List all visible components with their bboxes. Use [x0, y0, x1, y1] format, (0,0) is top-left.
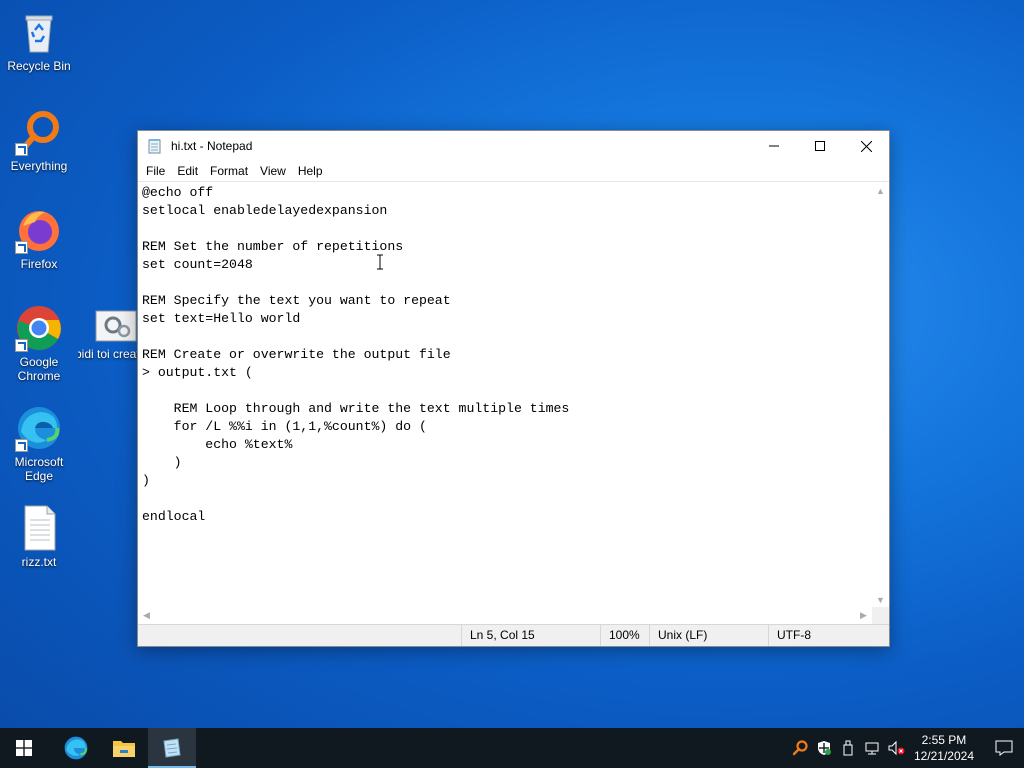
- horizontal-scrollbar[interactable]: ◀ ▶: [138, 607, 872, 624]
- taskbar-notepad[interactable]: [148, 728, 196, 768]
- close-button[interactable]: [843, 131, 889, 161]
- desktop-icon-label: Firefox: [20, 257, 58, 271]
- shortcut-arrow-icon: [15, 241, 28, 254]
- title-bar[interactable]: hi.txt - Notepad: [138, 131, 889, 161]
- shortcut-arrow-icon: [15, 439, 28, 452]
- vertical-scrollbar[interactable]: ▲ ▼: [872, 182, 889, 608]
- windows-logo-icon: [16, 740, 32, 756]
- folder-icon: [113, 741, 135, 757]
- text-editor[interactable]: @echo off setlocal enabledelayedexpansio…: [142, 184, 870, 604]
- editor-area: @echo off setlocal enabledelayedexpansio…: [138, 181, 889, 624]
- menu-file[interactable]: File: [140, 164, 171, 178]
- start-button[interactable]: [0, 728, 48, 768]
- shortcut-arrow-icon: [15, 339, 28, 352]
- text-cursor-icon: [377, 254, 383, 270]
- close-icon: [860, 140, 872, 152]
- menu-edit[interactable]: Edit: [171, 164, 204, 178]
- firefox-icon: [15, 206, 63, 254]
- status-encoding: UTF-8: [768, 625, 888, 646]
- batch-file-icon: [95, 308, 137, 344]
- menu-format[interactable]: Format: [204, 164, 254, 178]
- menu-help[interactable]: Help: [292, 164, 329, 178]
- desktop-icon-label: Everything: [10, 159, 68, 173]
- edge-icon: [15, 404, 63, 452]
- clock-time: 2:55 PM: [921, 733, 967, 747]
- taskbar: 2:55 PM 12/21/2024: [0, 728, 1024, 768]
- desktop-icon-label: skibidi toi creator.b...: [78, 347, 138, 361]
- desktop-icon-skibidi-batch[interactable]: skibidi toi creator.b...: [78, 308, 138, 361]
- minimize-icon: [769, 145, 779, 147]
- window-title: hi.txt - Notepad: [171, 139, 253, 153]
- desktop-icon-microsoft-edge[interactable]: Microsoft Edge: [1, 404, 77, 483]
- desktop-icon-firefox[interactable]: Firefox: [1, 206, 77, 271]
- clock-date: 12/21/2024: [913, 749, 974, 763]
- recycle-bin-icon: [15, 8, 63, 56]
- text-file-icon: [15, 504, 63, 552]
- shortcut-arrow-icon: [15, 143, 28, 156]
- scrollbar-corner: [872, 607, 889, 624]
- scroll-up-icon[interactable]: ▲: [872, 182, 889, 199]
- chrome-icon: [15, 304, 63, 352]
- speaker-muted-icon: [888, 740, 905, 756]
- desktop-icon-label: Recycle Bin: [7, 59, 71, 73]
- minimize-button[interactable]: [751, 131, 797, 161]
- desktop-icon-label: Google Chrome: [17, 355, 61, 383]
- desktop-icon-google-chrome[interactable]: Google Chrome: [1, 304, 77, 383]
- tray-security-icon[interactable]: [812, 728, 836, 768]
- menu-view[interactable]: View: [254, 164, 292, 178]
- clock[interactable]: 2:55 PM 12/21/2024: [908, 732, 984, 764]
- action-center-button[interactable]: [984, 728, 1024, 768]
- tray-everything-icon[interactable]: [788, 728, 812, 768]
- desktop-icon-rizz-txt[interactable]: rizz.txt: [1, 504, 77, 569]
- taskbar-file-explorer[interactable]: [100, 728, 148, 768]
- menu-bar: File Edit Format View Help: [138, 161, 889, 181]
- notification-icon: [995, 740, 1013, 756]
- notepad-icon: [163, 738, 181, 758]
- tray-volume-icon[interactable]: [884, 728, 908, 768]
- shield-icon: [817, 741, 831, 755]
- status-line-endings: Unix (LF): [649, 625, 769, 646]
- edge-icon: [64, 736, 88, 760]
- status-position: Ln 5, Col 15: [461, 625, 601, 646]
- desktop-icon-label: Microsoft Edge: [14, 455, 64, 483]
- scroll-down-icon[interactable]: ▼: [872, 591, 889, 608]
- tray-usb-icon[interactable]: [836, 728, 860, 768]
- network-icon: [865, 742, 879, 755]
- status-zoom: 100%: [600, 625, 650, 646]
- notepad-window[interactable]: hi.txt - Notepad File Edit Format View H…: [137, 130, 890, 647]
- desktop-icon-everything[interactable]: Everything: [1, 108, 77, 173]
- scroll-right-icon[interactable]: ▶: [855, 607, 872, 624]
- search-icon: [792, 740, 808, 756]
- tray-network-icon[interactable]: [860, 728, 884, 768]
- everything-search-icon: [15, 108, 63, 156]
- system-tray: 2:55 PM 12/21/2024: [788, 728, 1024, 768]
- scroll-left-icon[interactable]: ◀: [138, 607, 155, 624]
- taskbar-edge[interactable]: [52, 728, 100, 768]
- desktop-icon-recycle-bin[interactable]: Recycle Bin: [1, 8, 77, 73]
- status-bar: Ln 5, Col 15 100% Unix (LF) UTF-8: [138, 624, 889, 646]
- maximize-icon: [815, 141, 825, 151]
- maximize-button[interactable]: [797, 131, 843, 161]
- desktop-icon-label: rizz.txt: [21, 555, 57, 569]
- notepad-app-icon: [147, 138, 163, 154]
- usb-drive-icon: [843, 740, 853, 756]
